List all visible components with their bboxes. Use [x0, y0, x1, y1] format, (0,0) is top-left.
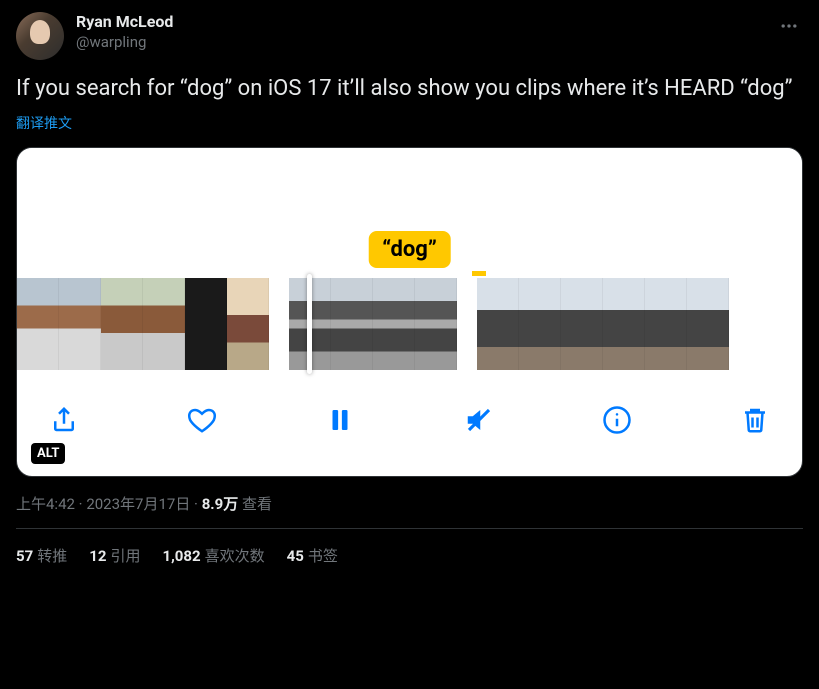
thumbnail — [227, 278, 269, 370]
info-icon[interactable] — [600, 403, 634, 437]
thumbnail — [101, 278, 143, 370]
likes-stat[interactable]: 1,082喜欢次数 — [162, 545, 264, 566]
thumbnail — [561, 278, 603, 370]
media-card[interactable]: “dog” — [16, 147, 803, 477]
user-handle: @warpling — [76, 32, 763, 52]
heart-icon[interactable] — [185, 403, 219, 437]
clip-group-2 — [289, 278, 457, 370]
bubble-tick — [472, 271, 486, 276]
tweet-text: If you search for “dog” on iOS 17 it’ll … — [16, 74, 803, 103]
thumbnail — [17, 278, 59, 370]
datestamp[interactable]: 2023年7月17日 — [86, 495, 190, 513]
share-icon[interactable] — [47, 403, 81, 437]
alt-badge[interactable]: ALT — [31, 443, 65, 464]
display-name: Ryan McLeod — [76, 12, 763, 32]
views-label: 查看 — [238, 495, 272, 513]
user-block[interactable]: Ryan McLeod @warpling — [76, 12, 763, 52]
tweet-stats: 57转推 12引用 1,082喜欢次数 45书签 — [16, 529, 803, 582]
retweets-stat[interactable]: 57转推 — [16, 545, 67, 566]
filmstrip — [17, 278, 802, 370]
thumbnail — [477, 278, 519, 370]
thumbnail — [331, 278, 373, 370]
more-icon[interactable] — [775, 12, 803, 45]
thumbnail — [603, 278, 645, 370]
playhead[interactable] — [307, 274, 312, 374]
search-bubble: “dog” — [368, 231, 451, 268]
thumbnail — [645, 278, 687, 370]
mute-icon[interactable] — [462, 403, 496, 437]
thumbnail — [143, 278, 185, 370]
tweet-container: Ryan McLeod @warpling If you search for … — [0, 0, 819, 582]
thumbnail — [59, 278, 101, 370]
trash-icon[interactable] — [738, 403, 772, 437]
clip-group-3 — [477, 278, 729, 370]
quotes-stat[interactable]: 12引用 — [89, 545, 140, 566]
translate-link[interactable]: 翻译推文 — [16, 113, 803, 133]
media-top: “dog” — [17, 148, 802, 278]
timestamp[interactable]: 上午4:42 — [16, 495, 75, 513]
video-controls — [17, 370, 802, 448]
tweet-header: Ryan McLeod @warpling — [16, 12, 803, 60]
bookmarks-stat[interactable]: 45书签 — [287, 545, 338, 566]
clip-group-1 — [17, 278, 269, 370]
pause-icon[interactable] — [323, 403, 357, 437]
avatar[interactable] — [16, 12, 64, 60]
thumbnail — [415, 278, 457, 370]
tweet-meta: 上午4:42 · 2023年7月17日 · 8.9万 查看 — [16, 493, 803, 514]
thumbnail — [373, 278, 415, 370]
thumbnail — [687, 278, 729, 370]
views-count: 8.9万 — [202, 495, 239, 513]
thumbnail — [185, 278, 227, 370]
thumbnail — [519, 278, 561, 370]
